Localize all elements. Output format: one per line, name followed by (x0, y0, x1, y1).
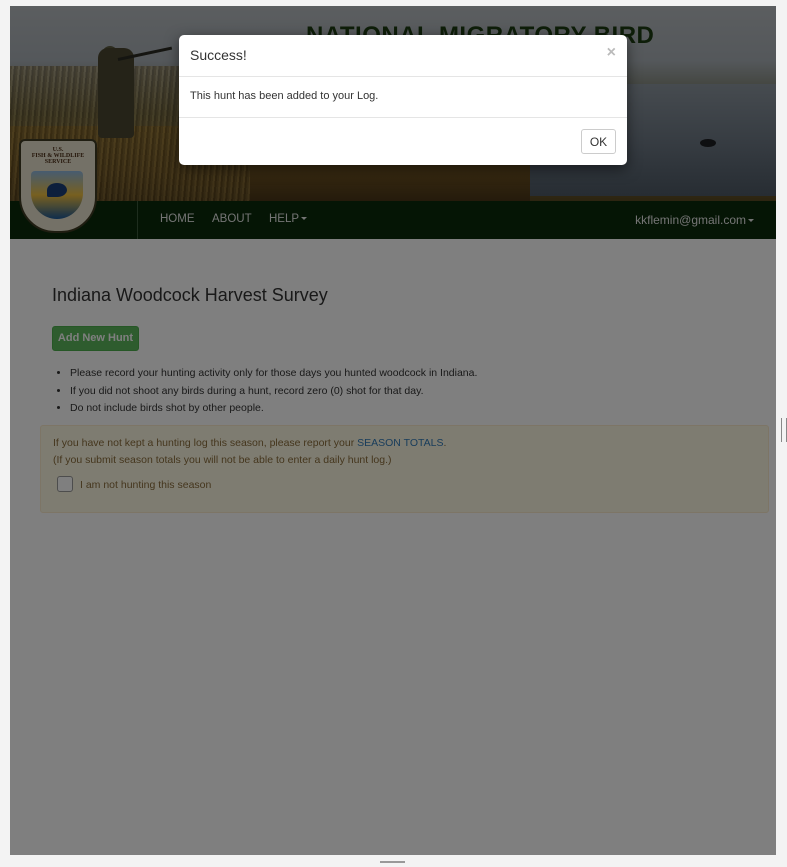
modal-title: Success! (190, 47, 247, 63)
modal-header: Success! × (179, 35, 627, 77)
modal-message: This hunt has been added to your Log. (190, 90, 379, 102)
ok-button[interactable]: OK (581, 129, 616, 154)
close-icon[interactable]: × (607, 44, 616, 62)
success-modal: Success! × This hunt has been added to y… (179, 35, 627, 165)
window-resize-handle-icon[interactable] (781, 418, 787, 442)
modal-footer: OK (179, 117, 627, 166)
browser-page: NATIONAL MIGRATORY BIRD HOME ABOUT HELP … (10, 6, 776, 855)
window-bottom-grip-icon[interactable] (380, 861, 405, 863)
